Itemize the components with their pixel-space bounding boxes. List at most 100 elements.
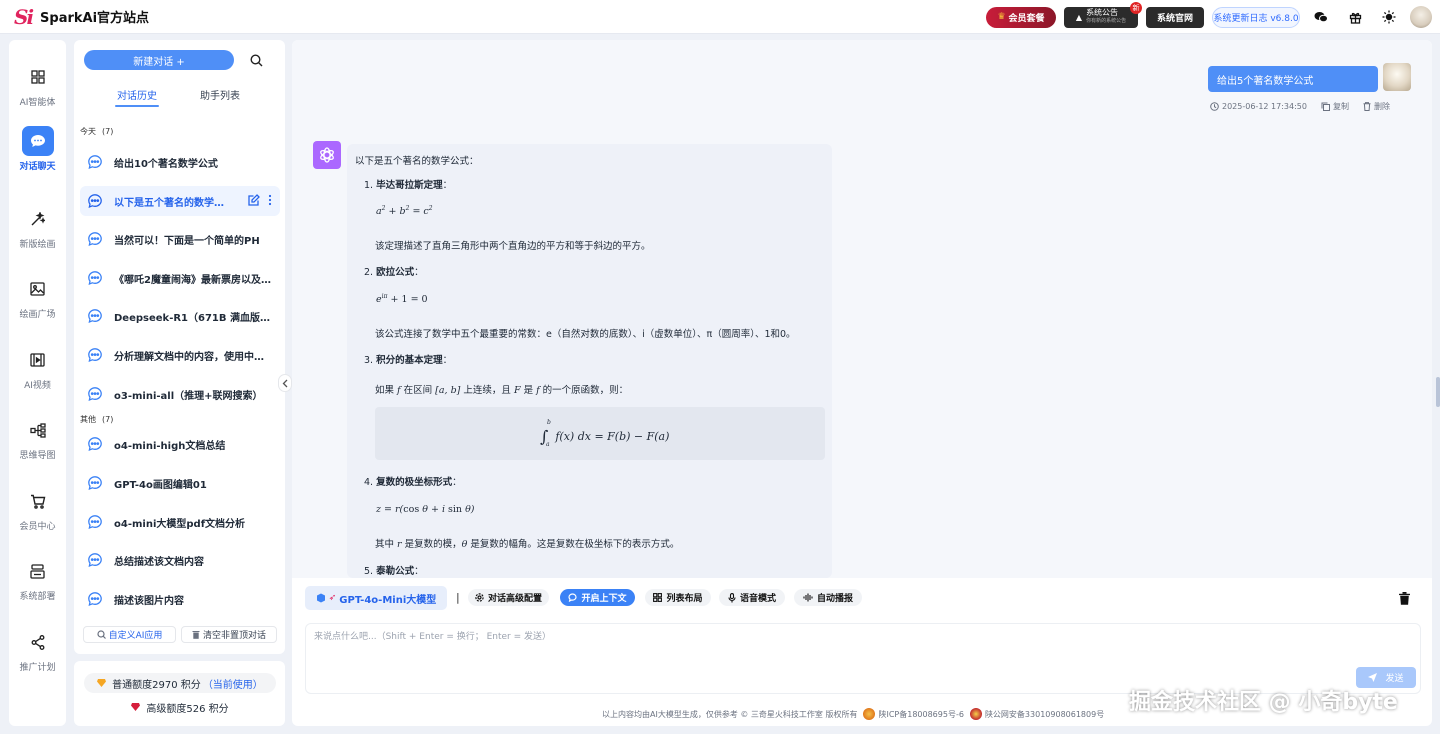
user-message: 给出5个著名数学公式 [1208, 66, 1378, 92]
vip-plan-button[interactable]: ♛ 会员套餐 [986, 6, 1056, 28]
clear-chat-trash-icon[interactable] [1397, 590, 1411, 606]
nav-item-promotion[interactable]: 推广计划 [9, 627, 66, 687]
toolbar-separator: | [456, 591, 460, 604]
chat-icon [87, 231, 103, 247]
chat-item[interactable]: 分析理解文档中的内容，使用中文回答 [80, 340, 280, 370]
tab-assistant-list[interactable]: 助手列表 [200, 87, 240, 102]
chat-item[interactable]: o4-mini大模型pdf文档分析 [80, 507, 280, 537]
chat-item[interactable]: 总结描述该文档内容 [80, 545, 280, 575]
formula-4-title: 4. 复数的极坐标形式： [364, 477, 462, 488]
nav-item-membership[interactable]: 会员中心 [9, 486, 66, 546]
nav-item-video[interactable]: AI视频 [9, 345, 66, 405]
nav-item-chat[interactable]: 对话聊天 [9, 126, 66, 186]
quota-panel: 普通额度2970 积分 （当前使用） 高级额度526 积分 [74, 661, 285, 726]
chat-icon [87, 514, 103, 530]
chevron-left-icon [282, 379, 288, 388]
gear-icon [475, 593, 484, 602]
icp-badge-icon [863, 708, 876, 720]
chat-icon [87, 591, 103, 607]
edit-icon[interactable] [248, 194, 260, 206]
chat-item[interactable]: Deepseek-R1（671B 满血版）深度思考 [80, 301, 280, 331]
formula-polar: z = r(cos θ + i sin θ) [376, 504, 475, 515]
rocket-icon: ➶ [328, 593, 337, 603]
message-meta: 2025-06-12 17:34:50 复制 删除 [1210, 101, 1404, 112]
chat-icon [87, 436, 103, 452]
auto-broadcast-button[interactable]: 自动播报 [794, 589, 862, 606]
openai-logo-icon [320, 147, 334, 163]
nav-item-painting[interactable]: 新版绘画 [9, 204, 66, 264]
custom-ai-app-button[interactable]: 自定义AI应用 [83, 626, 176, 643]
chat-context-icon [568, 593, 578, 602]
nav-item-agents[interactable]: AI智能体 [9, 62, 66, 122]
formula-pythagoras: a2 + b2 = c2 [376, 205, 433, 218]
chat-icon [87, 154, 103, 170]
police-link[interactable]: 陕公网安备33010908061809号 [985, 709, 1104, 720]
list-layout-button[interactable]: 列表布局 [645, 589, 711, 606]
chat-item-selected[interactable]: 以下是五个著名的数学公式： [80, 186, 280, 216]
watermark: 掘金技术社区 @ 小奇byte [1129, 690, 1398, 715]
collapse-panel-button[interactable] [278, 374, 292, 392]
model-selector[interactable]: ➶ GPT-4o-Mini大模型 [305, 586, 447, 610]
theme-sun-icon[interactable] [1376, 4, 1402, 30]
formula-3-title: 3. 积分的基本定理： [364, 355, 453, 366]
nav-rail: AI智能体 对话聊天 新版绘画 绘画广场 AI视频 思维导图 会员中心 系统部署… [9, 40, 66, 726]
top-header: Si SparkAi官方站点 ♛ 会员套餐 ▲ 系统公告 你有新的系统公告 新 系统… [0, 0, 1440, 34]
clear-unpinned-button[interactable]: 清空非置顶对话 [181, 626, 277, 643]
chat-item[interactable]: 描述该图片内容 [80, 584, 280, 614]
chat-icon [87, 386, 103, 402]
copy-button[interactable]: 复制 [1321, 101, 1349, 112]
advanced-config-button[interactable]: 对话高级配置 [468, 589, 549, 606]
formula-2-title: 2. 欧拉公式： [364, 267, 424, 278]
microphone-icon [728, 592, 736, 602]
chat-item[interactable]: 《哪吒2魔童闹海》最新票房以及排名 [80, 263, 280, 293]
delete-button[interactable]: 删除 [1363, 101, 1390, 112]
nav-item-gallery[interactable]: 绘画广场 [9, 274, 66, 334]
nav-item-deploy[interactable]: 系统部署 [9, 556, 66, 616]
official-site-button[interactable]: 系统官网 [1146, 6, 1204, 28]
normal-quota[interactable]: 普通额度2970 积分 （当前使用） [84, 673, 276, 693]
chat-item[interactable]: GPT-4o画图编辑01 [80, 468, 280, 498]
formula-3-desc: 如果 f 在区间 [a, b] 上连续，且 F 是 f 的一个原函数，则： [375, 385, 629, 396]
chat-icon [87, 475, 103, 491]
chat-item[interactable]: 当然可以！下面是一个简单的PH [80, 224, 280, 254]
page-scrollbar[interactable] [1436, 377, 1440, 407]
send-icon [1368, 673, 1378, 682]
update-log-button[interactable]: 系统更新日志 v6.8.0 [1212, 6, 1300, 28]
logo-mark: Si [14, 4, 34, 29]
new-badge: 新 [1130, 1, 1142, 14]
chat-item[interactable]: 给出10个著名数学公式 [80, 147, 280, 177]
crown-icon: ♛ [997, 12, 1006, 22]
chat-item[interactable]: o4-mini-high文档总结 [80, 429, 280, 459]
premium-quota[interactable]: 高级额度526 积分 [84, 699, 276, 715]
nav-item-mindmap[interactable]: 思维导图 [9, 415, 66, 475]
answer-intro: 以下是五个著名的数学公式： [355, 156, 479, 167]
formula-1-title: 1. 毕达哥拉斯定理： [364, 180, 453, 191]
context-toggle-button[interactable]: 开启上下文 [560, 589, 635, 606]
share-icon [23, 627, 53, 657]
voice-mode-button[interactable]: 语音模式 [719, 589, 785, 606]
tab-chat-history[interactable]: 对话历史 [115, 87, 159, 107]
gift-icon[interactable] [1342, 4, 1368, 30]
trash-icon [192, 630, 200, 639]
gem-icon [97, 679, 107, 687]
icp-link[interactable]: 陕ICP备18008695号-6 [878, 709, 963, 720]
user-avatar[interactable] [1410, 6, 1432, 28]
bell-icon: ▲ [1075, 12, 1083, 22]
system-notice-button[interactable]: ▲ 系统公告 你有新的系统公告 新 [1064, 1, 1142, 28]
image-icon [23, 274, 53, 304]
new-chat-button[interactable]: 新建对话 + [84, 50, 234, 70]
chat-icon [87, 270, 103, 286]
footer: 以上内容均由AI大模型生成，仅供参考 © 三奇星火科技工作室 版权所有 陕ICP… [602, 708, 1105, 720]
search-icon [96, 630, 106, 639]
chat-bubble-icon [21, 126, 54, 156]
copy-icon [1321, 102, 1330, 111]
more-options-icon[interactable] [268, 194, 272, 206]
wechat-icon[interactable] [1308, 4, 1334, 30]
chat-item[interactable]: o3-mini-all（推理+联网搜索） [80, 379, 280, 409]
search-icon[interactable] [246, 50, 266, 70]
formula-2-desc: 该公式连接了数学中五个最重要的常数：e（自然对数的底数）、i（虚数单位）、π（圆… [375, 329, 796, 340]
assistant-message: 以下是五个著名的数学公式： 1. 毕达哥拉斯定理： a2 + b2 = c2 该… [347, 144, 832, 578]
formula-5-title: 5. 泰勒公式： [364, 566, 424, 577]
logo[interactable]: Si SparkAi官方站点 [14, 5, 149, 29]
openai-bot-avatar [313, 141, 341, 169]
